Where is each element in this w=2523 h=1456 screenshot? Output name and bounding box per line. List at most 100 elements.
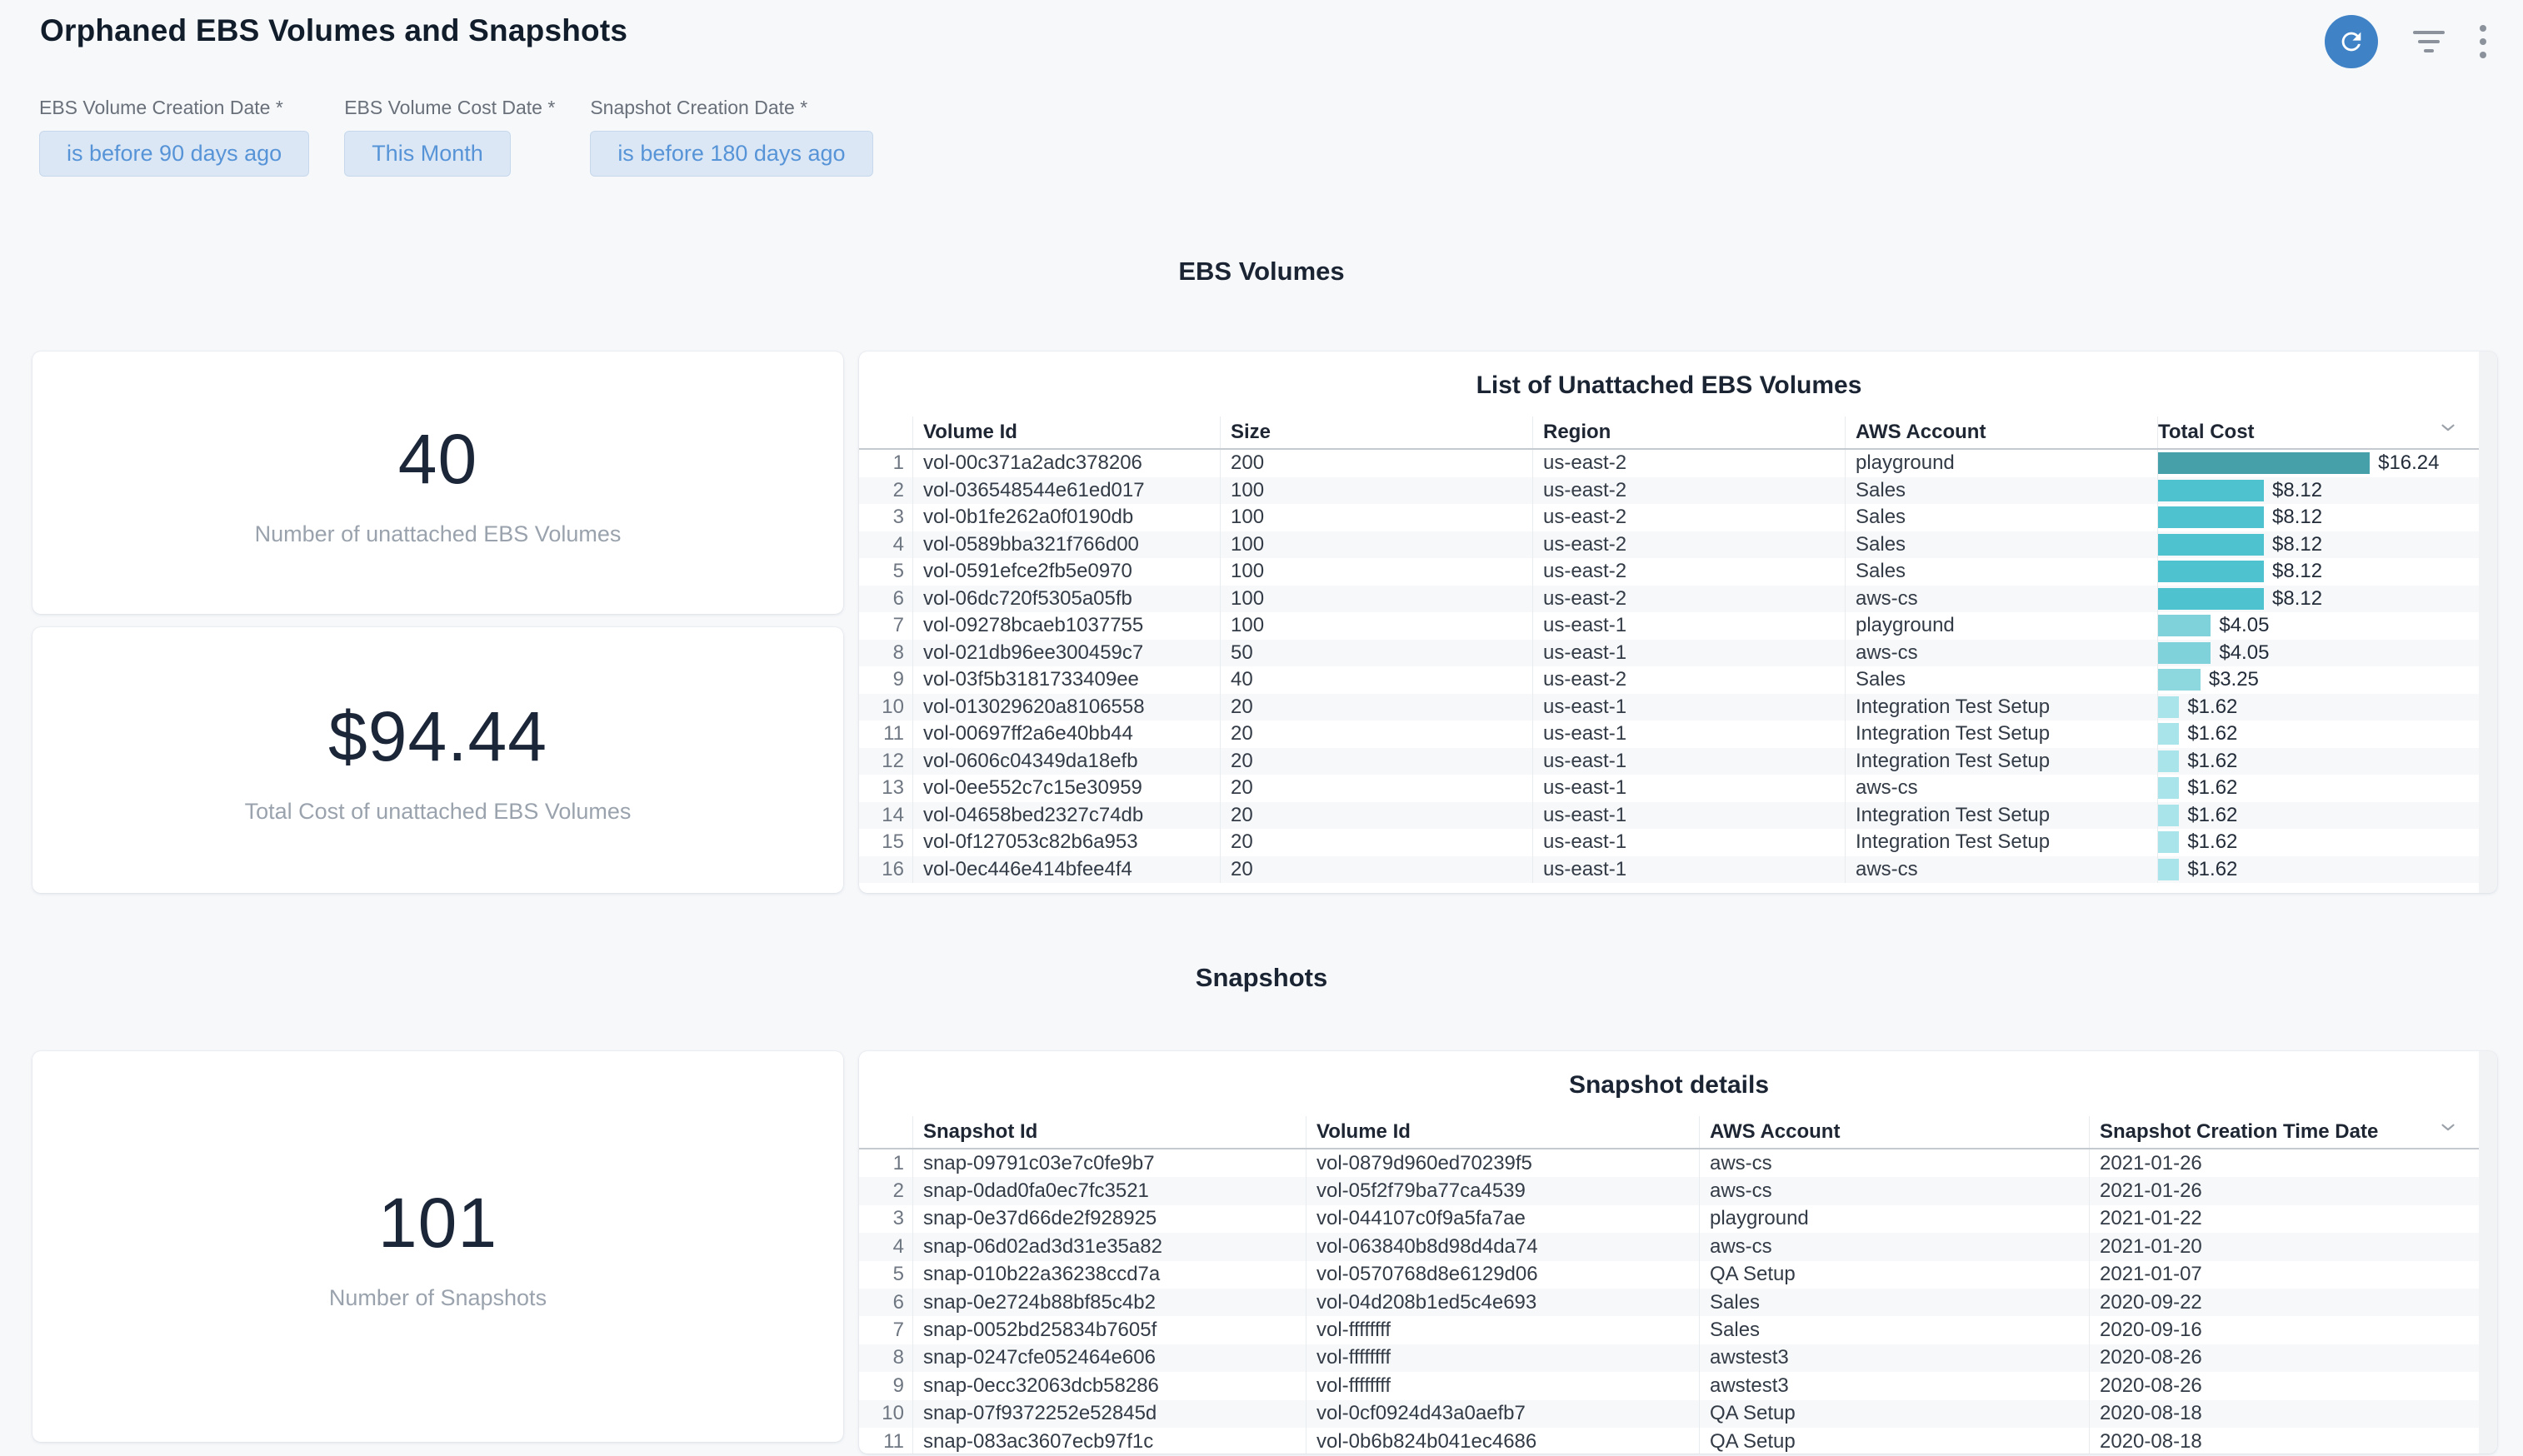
filter-button[interactable] [2413,15,2445,68]
more-options-button[interactable] [2480,15,2486,68]
cost-bar [2158,506,2264,528]
cell-snapshot-creation-date: 2021-01-26 [2089,1149,2479,1177]
column-header-snapshot-creation-time-date[interactable]: Snapshot Creation Time Date [2089,1116,2479,1148]
row-number: 10 [859,694,912,721]
table-row: 6snap-0e2724b88bf85c4b2vol-04d208b1ed5c4… [859,1289,2479,1316]
cost-value: $1.62 [2187,776,2237,800]
cost-value: $8.12 [2272,506,2322,529]
cell-snapshot-id: snap-0247cfe052464e606 [912,1344,1306,1372]
ebs-table-column: List of Unattached EBS Volumes Volume Id… [859,352,2497,893]
cell-volume-id: vol-ffffffff [1306,1344,1699,1372]
cell-total-cost: $16.24 [2157,450,2479,477]
cell-volume-id: vol-0589bba321f766d00 [912,531,1220,559]
column-header-aws-account[interactable]: AWS Account [1845,416,2157,448]
cell-aws-account: QA Setup [1699,1428,2089,1454]
stat-card-total-cost: $94.44 Total Cost of unattached EBS Volu… [32,627,843,893]
cell-aws-account: Sales [1845,504,2157,531]
cell-snapshot-creation-date: 2020-09-16 [2089,1316,2479,1344]
cell-volume-id: vol-03f5b3181733409ee [912,666,1220,694]
row-number: 12 [859,748,912,775]
chevron-down-icon[interactable] [2437,416,2459,444]
cell-aws-account: Sales [1845,477,2157,505]
row-number: 9 [859,666,912,694]
table-row: 10snap-07f9372252e52845dvol-0cf0924d43a0… [859,1400,2479,1428]
stat-value: 40 [398,419,477,500]
cell-region: us-east-2 [1532,558,1845,586]
cell-aws-account: playground [1699,1205,2089,1233]
cell-aws-account: aws-cs [1845,586,2157,613]
column-header-volume-id[interactable]: Volume Id [1306,1116,1699,1148]
cost-value: $4.05 [2219,641,2269,665]
cost-value: $8.12 [2272,533,2322,556]
cell-total-cost: $1.62 [2157,802,2479,830]
cost-bar [2158,723,2179,745]
cost-bar [2158,750,2179,772]
table-row: 5snap-010b22a36238ccd7avol-0570768d8e612… [859,1261,2479,1289]
table-row: 9snap-0ecc32063dcb58286vol-ffffffffawste… [859,1372,2479,1399]
cell-region: us-east-1 [1532,640,1845,667]
cell-region: us-east-2 [1532,531,1845,559]
table-row: 14vol-04658bed2327c74db20us-east-1Integr… [859,802,2479,830]
filter-bar: EBS Volume Creation Date * is before 90 … [39,97,2523,177]
cost-value: $1.62 [2187,750,2237,773]
filter-label: EBS Volume Creation Date * [39,97,309,119]
row-number: 9 [859,1372,912,1399]
refresh-button[interactable] [2325,15,2378,68]
table-scrollbar[interactable] [2479,352,2497,893]
cell-volume-id: vol-036548544e61ed017 [912,477,1220,505]
cost-value: $1.62 [2187,830,2237,854]
snapshot-details-table-card: Snapshot details Snapshot Id Volume Id A… [859,1051,2497,1454]
table-row: 3snap-0e37d66de2f928925vol-044107c0f9a5f… [859,1205,2479,1233]
cell-aws-account: QA Setup [1699,1400,2089,1428]
cell-volume-id: vol-0606c04349da18efb [912,748,1220,775]
stat-value: $94.44 [328,696,547,777]
row-number: 8 [859,1344,912,1372]
row-number: 4 [859,1233,912,1260]
cell-snapshot-creation-date: 2020-08-18 [2089,1428,2479,1454]
cell-region: us-east-1 [1532,829,1845,856]
cell-aws-account: awstest3 [1699,1344,2089,1372]
cell-volume-id: vol-0b6b824b041ec4686 [1306,1428,1699,1454]
cell-snapshot-id: snap-09791c03e7c0fe9b7 [912,1149,1306,1177]
snapshots-section: 101 Number of Snapshots Snapshot details… [0,1051,2523,1454]
cell-volume-id: vol-0ec446e414bfee4f4 [912,856,1220,884]
cell-total-cost: $4.05 [2157,612,2479,640]
cell-total-cost: $4.05 [2157,640,2479,667]
cell-size: 40 [1220,666,1532,694]
cell-snapshot-creation-date: 2020-09-22 [2089,1289,2479,1316]
cell-total-cost: $8.12 [2157,504,2479,531]
snapshot-table-column: Snapshot details Snapshot Id Volume Id A… [859,1051,2497,1454]
column-header-volume-id[interactable]: Volume Id [912,416,1220,448]
cell-volume-id: vol-ffffffff [1306,1372,1699,1399]
cell-total-cost: $8.12 [2157,477,2479,505]
cell-volume-id: vol-09278bcaeb1037755 [912,612,1220,640]
cell-aws-account: playground [1845,450,2157,477]
row-number: 6 [859,586,912,613]
cell-volume-id: vol-013029620a8106558 [912,694,1220,721]
cell-volume-id: vol-04658bed2327c74db [912,802,1220,830]
cell-aws-account: Sales [1699,1289,2089,1316]
filter-value-chip[interactable]: This Month [344,131,511,177]
page-title: Orphaned EBS Volumes and Snapshots [40,13,627,48]
column-header-snapshot-id[interactable]: Snapshot Id [912,1116,1306,1148]
filter-value-chip[interactable]: is before 90 days ago [39,131,309,177]
cell-volume-id: vol-021db96ee300459c7 [912,640,1220,667]
row-number: 7 [859,1316,912,1344]
cost-value: $1.62 [2187,858,2237,881]
cell-aws-account: Sales [1845,531,2157,559]
cell-snapshot-id: snap-083ac3607ecb97f1c [912,1428,1306,1454]
column-header-size[interactable]: Size [1220,416,1532,448]
filter-value-chip[interactable]: is before 180 days ago [590,131,872,177]
column-header-total-cost[interactable]: Total Cost [2157,416,2479,448]
chevron-down-icon[interactable] [2437,1116,2459,1144]
cell-aws-account: awstest3 [1699,1372,2089,1399]
table-title: List of Unattached EBS Volumes [859,371,2479,400]
column-header-aws-account[interactable]: AWS Account [1699,1116,2089,1148]
cell-region: us-east-1 [1532,721,1845,748]
cell-aws-account: aws-cs [1699,1233,2089,1260]
column-header-region[interactable]: Region [1532,416,1845,448]
cell-total-cost: $1.62 [2157,694,2479,721]
table-scrollbar[interactable] [2479,1051,2497,1454]
row-number-header [859,1116,912,1148]
kebab-menu-icon [2480,25,2486,58]
